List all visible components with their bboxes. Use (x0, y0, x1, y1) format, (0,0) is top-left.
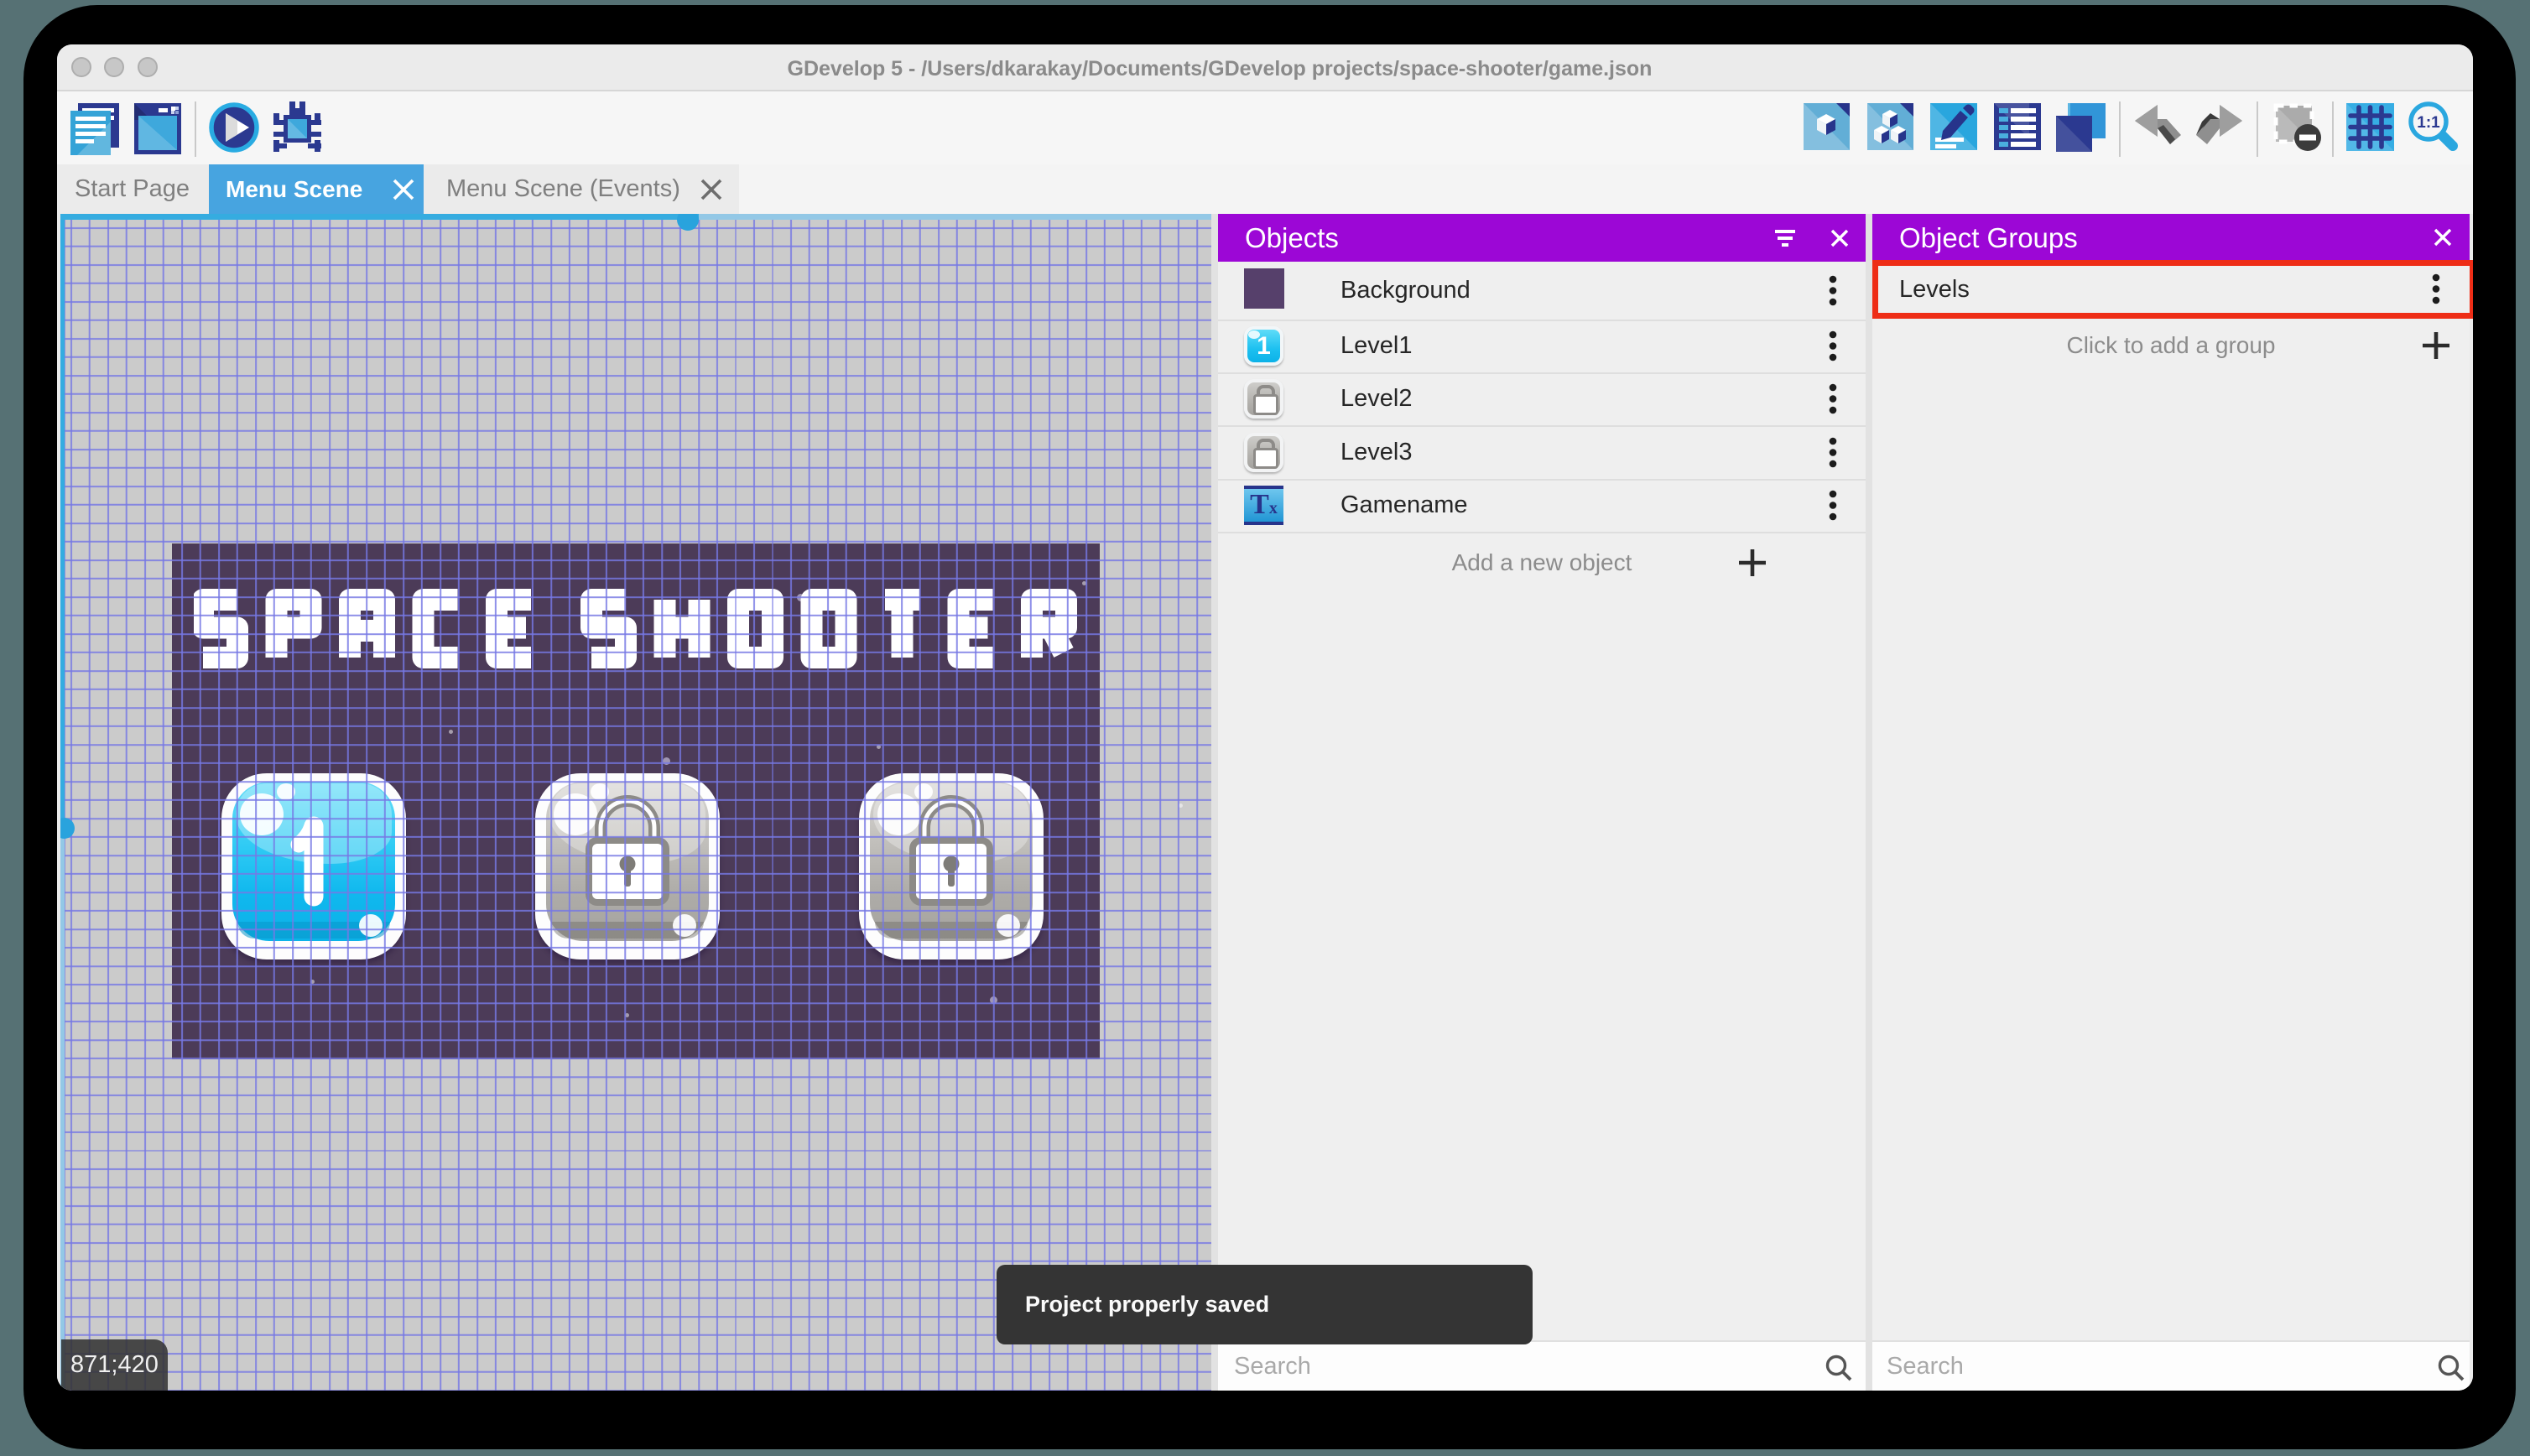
svg-text:1:1: 1:1 (2417, 114, 2440, 132)
